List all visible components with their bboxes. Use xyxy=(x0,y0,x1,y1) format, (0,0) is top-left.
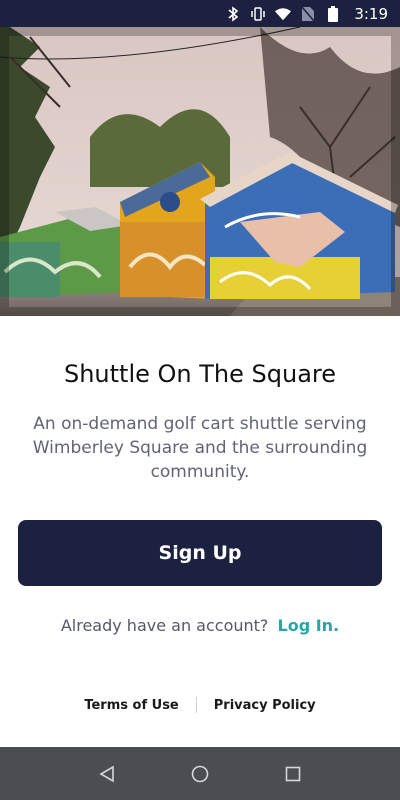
login-prompt: Already have an account? xyxy=(60,616,269,635)
back-icon[interactable] xyxy=(95,762,119,786)
page-title: Shuttle On The Square xyxy=(63,360,337,388)
no-sim-icon xyxy=(300,6,316,22)
wifi-icon xyxy=(275,6,292,22)
sign-up-button[interactable]: Sign Up xyxy=(18,520,382,586)
app-description: An on-demand golf cart shuttle serving W… xyxy=(32,414,368,482)
log-in-link[interactable]: Log In. xyxy=(278,616,340,635)
legal-divider xyxy=(195,697,197,713)
hero-image xyxy=(0,27,400,316)
battery-icon xyxy=(325,5,341,22)
clock: 3:19 xyxy=(354,4,388,23)
login-row: Already have an account? Log In. xyxy=(0,616,400,635)
recents-icon[interactable] xyxy=(281,762,305,786)
terms-of-use-link[interactable]: Terms of Use xyxy=(84,698,178,713)
bluetooth-icon xyxy=(225,5,241,22)
system-nav-bar xyxy=(0,747,400,800)
status-bar: 3:19 xyxy=(0,0,400,27)
vibrate-icon xyxy=(250,6,266,22)
legal-links: Terms of Use Privacy Policy xyxy=(0,697,400,713)
privacy-policy-link[interactable]: Privacy Policy xyxy=(214,698,316,713)
home-icon[interactable] xyxy=(188,762,212,786)
